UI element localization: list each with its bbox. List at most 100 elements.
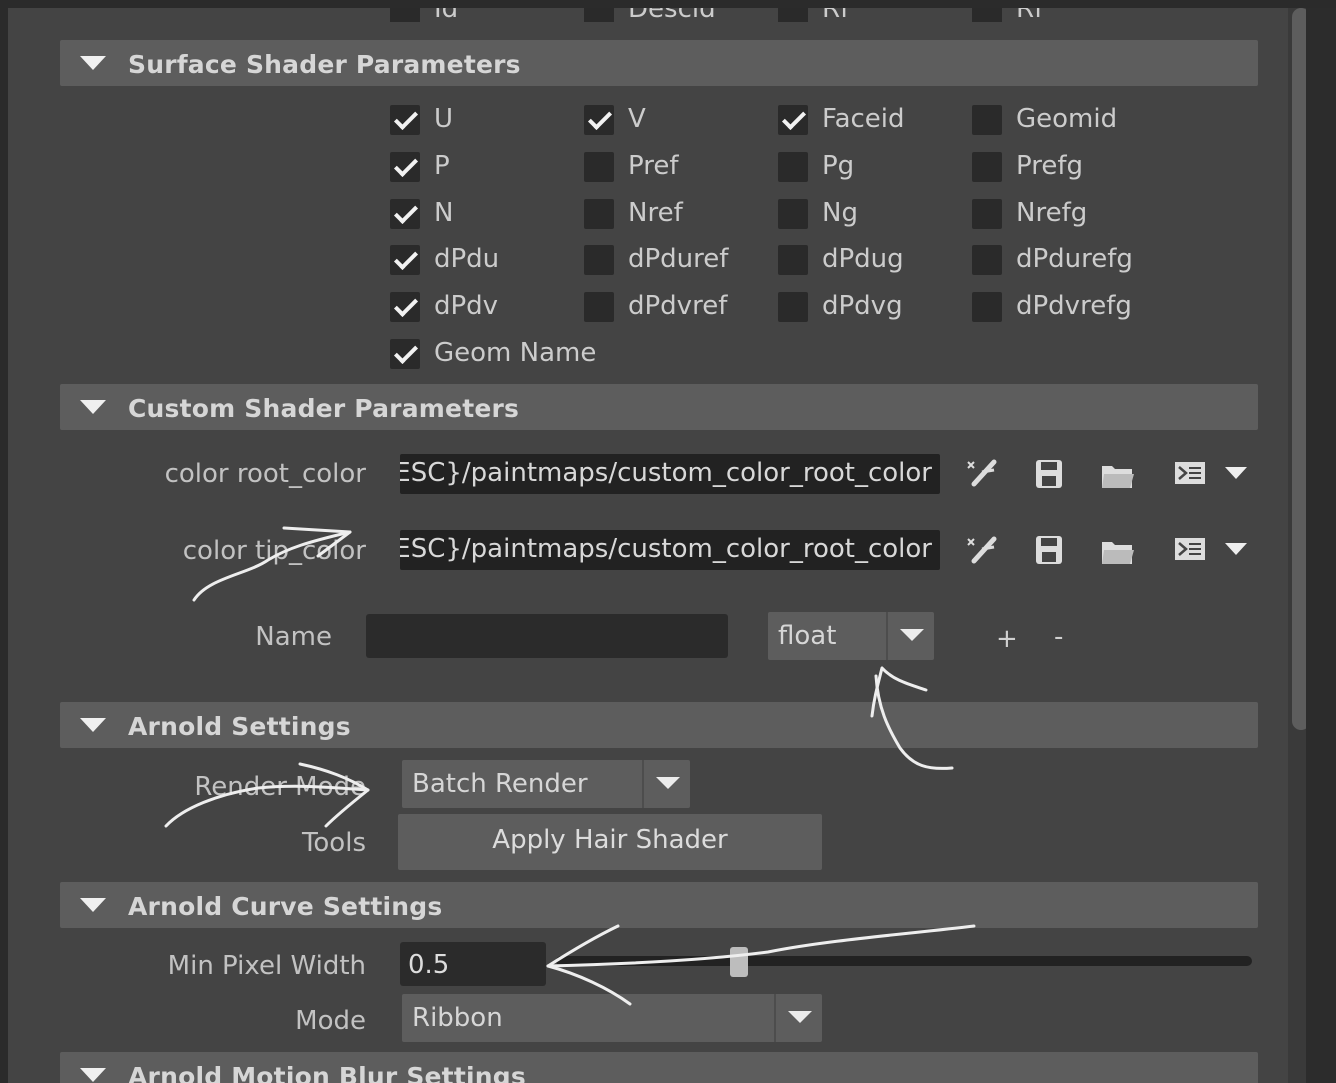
save-icon[interactable] (1034, 458, 1064, 490)
checkbox-box[interactable] (584, 199, 614, 229)
min-pixel-width-slider-handle[interactable] (730, 947, 748, 977)
attribute-panel: Id Descid Rf Rf Surface Shader Parameter… (8, 8, 1306, 1083)
tip-color-path-field[interactable]: DESC}/paintmaps/custom_color_root_color (400, 530, 940, 570)
checkbox-box[interactable] (972, 105, 1002, 135)
type-dropdown[interactable]: float (768, 612, 934, 660)
script-icon[interactable] (1174, 460, 1206, 486)
checkbox-label: Nref (628, 198, 683, 228)
checkbox-label: dPdv (434, 291, 499, 321)
checkbox-box[interactable] (778, 105, 808, 135)
mode-value: Ribbon (412, 1003, 503, 1033)
checkbox-box[interactable] (972, 245, 1002, 275)
checkbox-box[interactable] (778, 152, 808, 182)
add-parameter-button[interactable]: + (996, 624, 1018, 654)
checkbox-label: Faceid (822, 104, 905, 134)
custom-shader-header[interactable]: Custom Shader Parameters (60, 384, 1258, 430)
rf-checkbox[interactable] (778, 8, 808, 22)
checkbox-box[interactable] (972, 152, 1002, 182)
checkbox-label: Geomid (1016, 104, 1118, 134)
collapse-triangle-icon (80, 718, 106, 732)
collapse-triangle-icon (80, 898, 106, 912)
rf2-checkbox[interactable] (972, 8, 1002, 22)
render-mode-dropdown[interactable]: Batch Render (402, 760, 690, 808)
root-color-path-field[interactable]: DESC}/paintmaps/custom_color_root_color (400, 454, 940, 494)
surface-shader-header[interactable]: Surface Shader Parameters (60, 40, 1258, 86)
section-title: Arnold Motion Blur Settings (128, 1062, 526, 1083)
checkmark-icon (393, 152, 419, 178)
paint-brush-icon[interactable] (964, 458, 1000, 492)
checkbox-box[interactable] (972, 199, 1002, 229)
checkbox-label: N (434, 198, 454, 228)
checkbox-box[interactable] (390, 292, 420, 322)
checkbox-label: Ng (822, 198, 858, 228)
checkbox-box[interactable] (584, 245, 614, 275)
script-icon[interactable] (1174, 536, 1206, 562)
apply-hair-shader-button[interactable]: Apply Hair Shader (398, 814, 822, 870)
checkmark-icon (393, 245, 419, 271)
checkbox-label: V (628, 104, 646, 134)
dropdown-arrow-icon[interactable] (1225, 543, 1247, 555)
checkbox-label: dPduref (628, 244, 729, 274)
name-input[interactable] (366, 614, 728, 658)
arnold-curve-settings-header[interactable]: Arnold Curve Settings (60, 882, 1258, 928)
id-checkbox[interactable] (390, 8, 420, 22)
tools-label: Tools (301, 828, 366, 858)
arnold-motion-blur-header[interactable]: Arnold Motion Blur Settings (60, 1052, 1258, 1083)
rf-label: Rf (822, 8, 850, 24)
descid-label: Descid (628, 8, 716, 24)
checkbox-box[interactable] (390, 152, 420, 182)
checkbox-label: dPdvrefg (1016, 291, 1132, 321)
checkbox-box[interactable] (390, 105, 420, 135)
checkbox-box[interactable] (778, 292, 808, 322)
folder-open-icon[interactable] (1100, 460, 1136, 490)
descid-checkbox[interactable] (584, 8, 614, 22)
section-title: Surface Shader Parameters (128, 50, 521, 79)
section-title: Arnold Settings (128, 712, 351, 741)
dropdown-arrow-icon[interactable] (1225, 467, 1247, 479)
checkbox-box[interactable] (584, 152, 614, 182)
paint-brush-icon[interactable] (964, 535, 1000, 569)
name-label: Name (255, 622, 332, 652)
checkbox-label: Prefg (1016, 151, 1083, 181)
checkbox-box[interactable] (584, 292, 614, 322)
folder-open-icon[interactable] (1100, 536, 1136, 566)
min-pixel-width-slider-track[interactable] (556, 956, 1252, 966)
min-pixel-width-label: Min Pixel Width (167, 951, 366, 981)
collapse-triangle-icon (80, 1068, 106, 1082)
checkmark-icon (587, 105, 613, 131)
checkbox-label: P (434, 151, 450, 181)
checkmark-icon (781, 105, 807, 131)
type-dropdown-value: float (778, 621, 837, 651)
dropdown-arrow-icon (886, 612, 936, 660)
checkbox-box[interactable] (584, 105, 614, 135)
checkmark-icon (393, 199, 419, 225)
save-icon[interactable] (1034, 534, 1064, 566)
checkmark-icon (393, 292, 419, 318)
checkbox-box[interactable] (390, 199, 420, 229)
apply-hair-shader-label: Apply Hair Shader (492, 825, 728, 855)
mode-dropdown[interactable]: Ribbon (402, 994, 822, 1042)
checkbox-box[interactable] (778, 245, 808, 275)
mode-label: Mode (295, 1006, 366, 1036)
checkmark-icon (393, 339, 419, 365)
checkbox-box[interactable] (390, 245, 420, 275)
arnold-settings-header[interactable]: Arnold Settings (60, 702, 1258, 748)
scrollbar-thumb[interactable] (1292, 8, 1306, 730)
checkbox-label: dPdvref (628, 291, 728, 321)
checkbox-box[interactable] (390, 339, 420, 369)
min-pixel-width-value: 0.5 (408, 950, 450, 980)
checkbox-box[interactable] (778, 199, 808, 229)
checkbox-label: Geom Name (434, 338, 597, 368)
checkbox-label: dPdu (434, 244, 500, 274)
dropdown-arrow-icon (774, 994, 824, 1042)
remove-parameter-button[interactable]: - (1054, 622, 1063, 652)
collapse-triangle-icon (80, 56, 106, 70)
tip-color-label: color tip_color (182, 536, 366, 566)
checkbox-box[interactable] (972, 292, 1002, 322)
section-title: Custom Shader Parameters (128, 394, 520, 423)
checkbox-label: dPdug (822, 244, 904, 274)
dropdown-arrow-icon (642, 760, 692, 808)
checkbox-label: U (434, 104, 454, 134)
section-title: Arnold Curve Settings (128, 892, 443, 921)
min-pixel-width-input[interactable]: 0.5 (400, 942, 546, 986)
